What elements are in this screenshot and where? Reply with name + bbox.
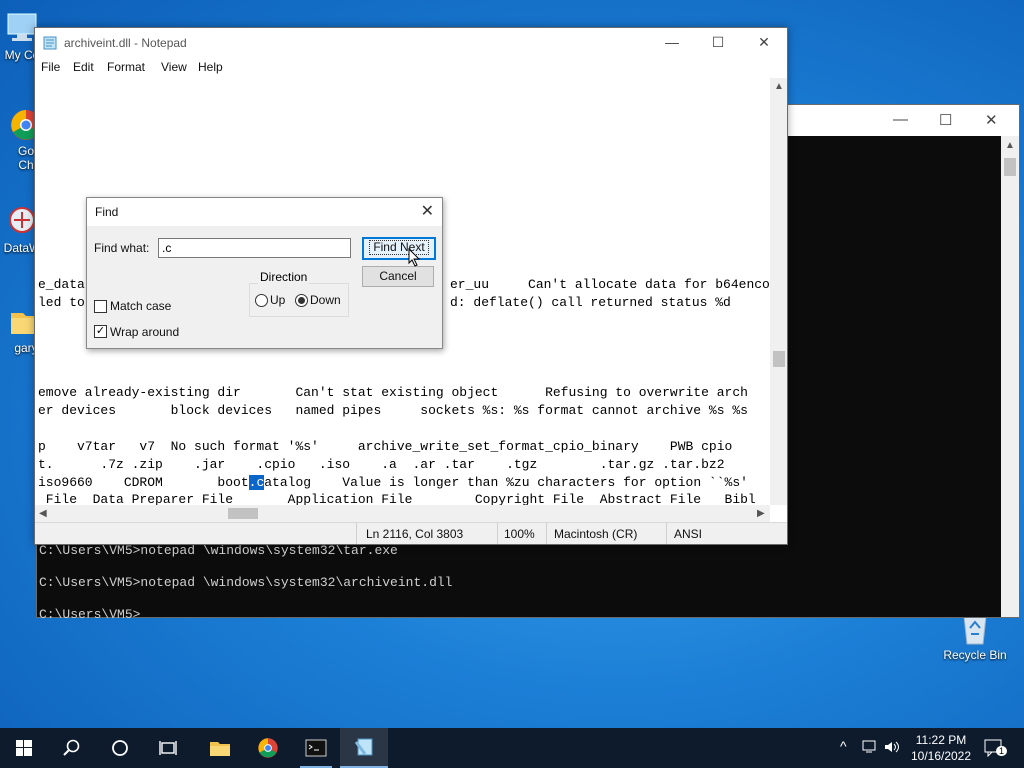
text-line: emove already-existing dir Can't stat ex…: [38, 385, 748, 400]
terminal-icon: [305, 739, 327, 757]
status-encoding: ANSI: [674, 527, 703, 541]
file-explorer-icon: [210, 742, 230, 756]
chevron-up-icon[interactable]: ^: [840, 738, 847, 754]
clock-time: 11:22 PM: [915, 733, 967, 747]
scroll-thumb[interactable]: [773, 351, 785, 367]
maximize-button[interactable]: ☐: [695, 28, 741, 58]
text-line: e_data: [38, 277, 85, 292]
search-button[interactable]: [48, 728, 96, 768]
match-case-label[interactable]: Match case: [110, 299, 171, 313]
volume-icon[interactable]: [884, 740, 900, 754]
desktop-icon-label: Recycle Bin: [943, 648, 1007, 662]
text-line-partial: d: deflate() call returned status %d: [450, 295, 731, 310]
status-zoom: 100%: [504, 527, 535, 541]
notepad-taskbar-button[interactable]: [340, 728, 388, 768]
menu-help[interactable]: Help: [198, 60, 223, 74]
scroll-right-icon[interactable]: ▶: [757, 508, 765, 519]
close-button[interactable]: ✕: [741, 28, 787, 58]
task-view-icon: [159, 741, 177, 755]
find-what-input[interactable]: .c: [158, 238, 351, 258]
close-icon[interactable]: ✕: [421, 201, 434, 221]
status-position: Ln 2116, Col 3803: [366, 527, 464, 541]
console-scrollbar[interactable]: ▲: [1001, 136, 1019, 617]
minimize-button[interactable]: —: [893, 111, 908, 128]
cortana-icon: [112, 740, 128, 756]
text-line: er devices block devices named pipes soc…: [38, 403, 748, 418]
menu-file[interactable]: File: [41, 60, 60, 74]
close-button[interactable]: ✕: [985, 111, 998, 129]
minimize-button[interactable]: —: [649, 28, 695, 58]
scroll-left-icon[interactable]: ◀: [39, 508, 47, 519]
task-view-button[interactable]: [144, 728, 192, 768]
network-icon[interactable]: [862, 740, 878, 754]
notification-center[interactable]: 1: [980, 728, 1010, 768]
notepad-icon: [43, 36, 57, 50]
menu-format[interactable]: Format: [107, 60, 145, 74]
find-dialog-titlebar[interactable]: Find ✕: [87, 198, 442, 226]
text-line: led to: [38, 295, 85, 310]
status-line-ending: Macintosh (CR): [554, 527, 638, 541]
file-explorer-button[interactable]: [196, 728, 244, 768]
find-what-label: Find what:: [94, 241, 150, 255]
wrap-around-checkbox[interactable]: ✓: [94, 325, 107, 338]
scroll-thumb[interactable]: [1004, 158, 1016, 176]
scroll-up-icon[interactable]: ▲: [774, 81, 784, 92]
find-dialog[interactable]: Find ✕ Find what: .c Find Next Cancel Di…: [86, 197, 443, 349]
clock-date: 10/16/2022: [910, 749, 972, 763]
taskbar-clock[interactable]: 11:22 PM 10/16/2022: [906, 732, 976, 764]
status-bar: Ln 2116, Col 3803 100% Macintosh (CR) AN…: [35, 522, 787, 544]
find-next-button[interactable]: Find Next: [362, 237, 436, 260]
up-label[interactable]: Up: [270, 293, 285, 307]
notepad-icon: [354, 738, 373, 756]
match-case-checkbox[interactable]: [94, 300, 107, 313]
down-label[interactable]: Down: [310, 293, 341, 307]
chrome-icon: [258, 738, 278, 758]
text-line: t. .7z .zip .jar .cpio .iso .a .ar .tar …: [38, 457, 725, 472]
text-line-match: iso9660 CDROM boot.catalog Value is long…: [38, 475, 748, 490]
horizontal-scrollbar[interactable]: ◀ ▶: [35, 505, 770, 522]
console-line: C:\Users\VM5>notepad \windows\system32\a…: [39, 575, 453, 590]
search-icon: [63, 739, 80, 756]
text-line-partial: er_uu Can't allocate data for b64enco: [450, 277, 770, 292]
desktop-icon-label: Go Ch: [17, 144, 34, 172]
wrap-around-label[interactable]: Wrap around: [110, 325, 179, 339]
maximize-button[interactable]: ☐: [939, 111, 952, 129]
chrome-taskbar-button[interactable]: [244, 728, 292, 768]
console-output: C:\Users\VM5>notepad \windows\system32\t…: [39, 535, 452, 631]
match-after: atalog Value is longer than %zu characte…: [264, 475, 748, 490]
dialog-title: Find: [95, 205, 119, 219]
direction-label: Direction: [258, 270, 310, 284]
selected-match: .c: [248, 475, 265, 490]
radio-down[interactable]: [295, 294, 308, 307]
match-before: iso9660 CDROM boot: [38, 475, 249, 490]
radio-up[interactable]: [255, 294, 268, 307]
text-line: p v7tar v7 No such format '%s' archive_w…: [38, 439, 733, 454]
scroll-thumb[interactable]: [228, 508, 258, 519]
menu-bar: File Edit Format View Help: [35, 58, 787, 78]
cancel-button[interactable]: Cancel: [362, 266, 434, 287]
cortana-button[interactable]: [96, 728, 144, 768]
menu-view[interactable]: View: [161, 60, 187, 74]
start-button[interactable]: [0, 728, 48, 768]
text-line: File Data Preparer File Application File…: [38, 492, 756, 505]
menu-edit[interactable]: Edit: [73, 60, 94, 74]
start-icon: [16, 740, 32, 756]
mouse-cursor-icon: [408, 248, 421, 267]
taskbar: ^ 11:22 PM 10/16/2022 1: [0, 728, 1024, 768]
terminal-taskbar-button[interactable]: [292, 728, 340, 768]
notepad-titlebar[interactable]: archiveint.dll - Notepad — ☐ ✕: [35, 28, 787, 58]
console-line: C:\Users\VM5>: [39, 607, 141, 622]
vertical-scrollbar[interactable]: ▲: [770, 78, 787, 505]
scroll-up-icon[interactable]: ▲: [1005, 140, 1015, 151]
window-title: archiveint.dll - Notepad: [64, 36, 187, 50]
notification-count-badge: 1: [996, 746, 1008, 756]
